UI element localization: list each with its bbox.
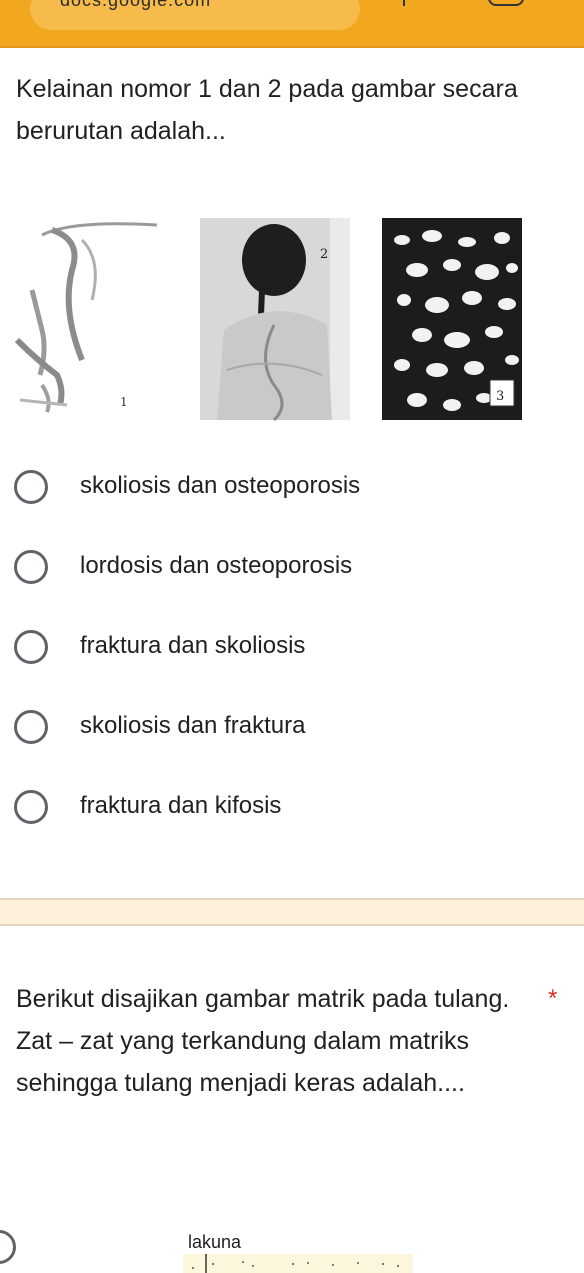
question-1-title: Kelainan nomor 1 dan 2 pada gambar secar… — [16, 75, 518, 145]
figure-label-lakuna: lakuna — [188, 1232, 242, 1252]
radio-button[interactable] — [14, 630, 48, 664]
address-bar-text: docs.google.com — [60, 0, 212, 10]
question-separator — [0, 898, 584, 926]
option-3[interactable]: fraktura dan skoliosis — [0, 618, 584, 678]
radio-button[interactable] — [14, 710, 48, 744]
tabs-icon[interactable] — [403, 0, 405, 6]
option-label: fraktura dan skoliosis — [80, 632, 306, 659]
option-2[interactable]: lordosis dan osteoporosis — [0, 538, 584, 598]
required-mark: * — [548, 985, 558, 1012]
option-1[interactable]: skoliosis dan osteoporosis — [0, 458, 584, 518]
option-label: skoliosis dan osteoporosis — [80, 472, 361, 499]
question-1-figure: 1 2 3 — [12, 210, 522, 425]
figure-panel-2-scoliosis: 2 — [200, 218, 350, 422]
radio-button[interactable] — [14, 470, 48, 504]
figure-label-1: 1 — [120, 395, 128, 409]
browser-top-bar: docs.google.com — [0, 0, 584, 48]
figure-panel-1-fracture: 1 — [12, 210, 177, 425]
option-label: skoliosis dan fraktura — [80, 712, 306, 739]
option-4[interactable]: skoliosis dan fraktura — [0, 698, 584, 758]
option-label: lordosis dan osteoporosis — [80, 552, 353, 579]
radio-button[interactable] — [14, 790, 48, 824]
bone-matrix-figure — [183, 1254, 413, 1273]
option-5[interactable]: fraktura dan kifosis — [0, 778, 584, 838]
figure-label-2: 2 — [320, 247, 328, 262]
radio-button[interactable] — [14, 550, 48, 584]
menu-icon[interactable] — [488, 0, 524, 6]
figure-label-3: 3 — [496, 389, 504, 404]
radio-button[interactable] — [0, 1230, 16, 1264]
option-label: fraktura dan kifosis — [80, 792, 282, 819]
figure-panel-3-osteoporosis: 3 — [382, 218, 522, 420]
question-2-title: Berikut disajikan gambar matrik pada tul… — [16, 985, 510, 1097]
